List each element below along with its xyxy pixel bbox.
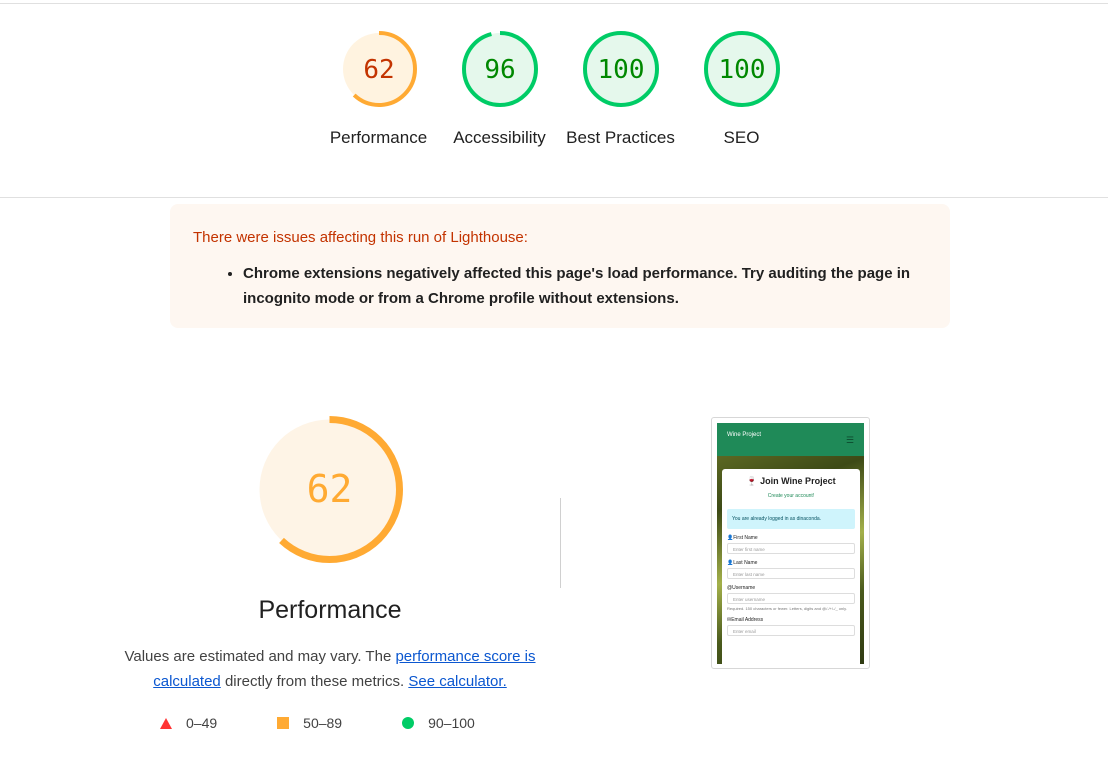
- performance-gauge: 62: [253, 413, 406, 566]
- screenshot-field-label-text: Username: [732, 585, 756, 591]
- top-divider: [0, 3, 1108, 4]
- screenshot-field-input: Enter last name: [727, 568, 855, 579]
- pass-circle-icon: [402, 717, 415, 729]
- legend-fail-range: 0–49: [186, 715, 218, 731]
- vertical-divider: [560, 498, 561, 588]
- see-calculator-link[interactable]: See calculator.: [408, 673, 506, 690]
- explainer-text-middle: directly from these metrics.: [220, 673, 405, 690]
- performance-explainer: Values are estimated and may vary. The p…: [110, 644, 550, 694]
- performance-title: Performance: [258, 596, 402, 624]
- gauge-label: Accessibility: [453, 128, 546, 147]
- screenshot-field-input: Enter first name: [727, 543, 855, 554]
- screenshot-field-label-text: Email Address: [731, 617, 764, 623]
- explainer-text-prefix: Values are estimated and may vary. The: [124, 648, 396, 665]
- legend-pass-range: 90–100: [428, 715, 475, 731]
- screenshot-signup-card: 🍷 Join Wine Project Create your account!…: [722, 469, 860, 664]
- warning-title: There were issues affecting this run of …: [193, 229, 528, 246]
- performance-score: 62: [307, 467, 353, 511]
- gauge-score: 96: [484, 55, 515, 85]
- gauge-score: 100: [597, 55, 644, 85]
- hamburger-menu-icon: ☰: [845, 435, 854, 445]
- screenshot-field-help: Required. 150 characters or fewer. Lette…: [727, 606, 847, 611]
- screenshot-field-input: Enter email: [727, 625, 855, 636]
- gauge-label: Performance: [329, 128, 428, 147]
- screenshot-navbar: Wine Project ☰: [717, 423, 864, 456]
- average-square-icon: [277, 717, 290, 729]
- page-screenshot: Wine Project ☰ 🍷 Join Wine Project Creat…: [717, 423, 864, 664]
- screenshot-field-label: 👤First Name: [727, 535, 855, 541]
- warning-item: Chrome extensions negatively affected th…: [243, 261, 927, 311]
- legend-average-range: 50–89: [303, 715, 343, 731]
- screenshot-field-label-text: First Name: [733, 535, 758, 541]
- screenshot-field-input: Enter username: [727, 593, 855, 604]
- screenshot-alert: You are already logged in as dinaconda.: [727, 509, 855, 529]
- performance-gauge-svg: 62: [256, 416, 403, 563]
- gauge-score: 62: [363, 55, 394, 85]
- gauge-svg: 100: [582, 31, 659, 107]
- warning-list: Chrome extensions negatively affected th…: [193, 261, 927, 311]
- screenshot-subtitle: Create your account!: [767, 493, 815, 499]
- score-summary: 62 Performance 96 Accessibility 100 Best Prac…: [318, 28, 802, 150]
- gauge-accessibility[interactable]: 96 Accessibility: [439, 28, 560, 150]
- gauge-best-practices[interactable]: 100 Best Practices: [560, 28, 681, 150]
- screenshot-field-label: ✉Email Address: [727, 617, 855, 623]
- header-divider: [0, 197, 1108, 198]
- screenshot-logo: Wine Project: [727, 432, 762, 438]
- screenshot-title-text: Join Wine Project: [760, 476, 836, 486]
- gauge-svg: 96: [461, 31, 538, 107]
- lighthouse-warning-box: There were issues affecting this run of …: [170, 204, 950, 328]
- gauge-label: SEO: [723, 128, 760, 147]
- screenshot-field-label-text: Last Name: [733, 560, 758, 566]
- gauge-performance[interactable]: 62 Performance: [318, 28, 439, 150]
- gauge-score: 100: [718, 55, 765, 85]
- screenshot-field-label: @Username: [727, 585, 855, 591]
- wine-glass-icon: 🍷: [746, 476, 758, 486]
- legend-pass: 90–100: [402, 715, 475, 731]
- gauge-svg: 100: [703, 31, 780, 107]
- legend-fail: 0–49: [160, 715, 217, 731]
- legend-average: 50–89: [277, 715, 342, 731]
- final-screenshot-thumbnail[interactable]: Wine Project ☰ 🍷 Join Wine Project Creat…: [711, 417, 870, 669]
- screenshot-field-label: 👤Last Name: [727, 560, 855, 566]
- gauge-svg: 62: [340, 31, 417, 107]
- gauge-seo[interactable]: 100 SEO: [681, 28, 802, 150]
- gauge-label: Best Practices: [566, 128, 675, 147]
- score-legend: 0–49 50–89 90–100: [160, 715, 535, 731]
- screenshot-title: 🍷 Join Wine Project: [727, 476, 855, 487]
- fail-triangle-icon: [160, 717, 172, 729]
